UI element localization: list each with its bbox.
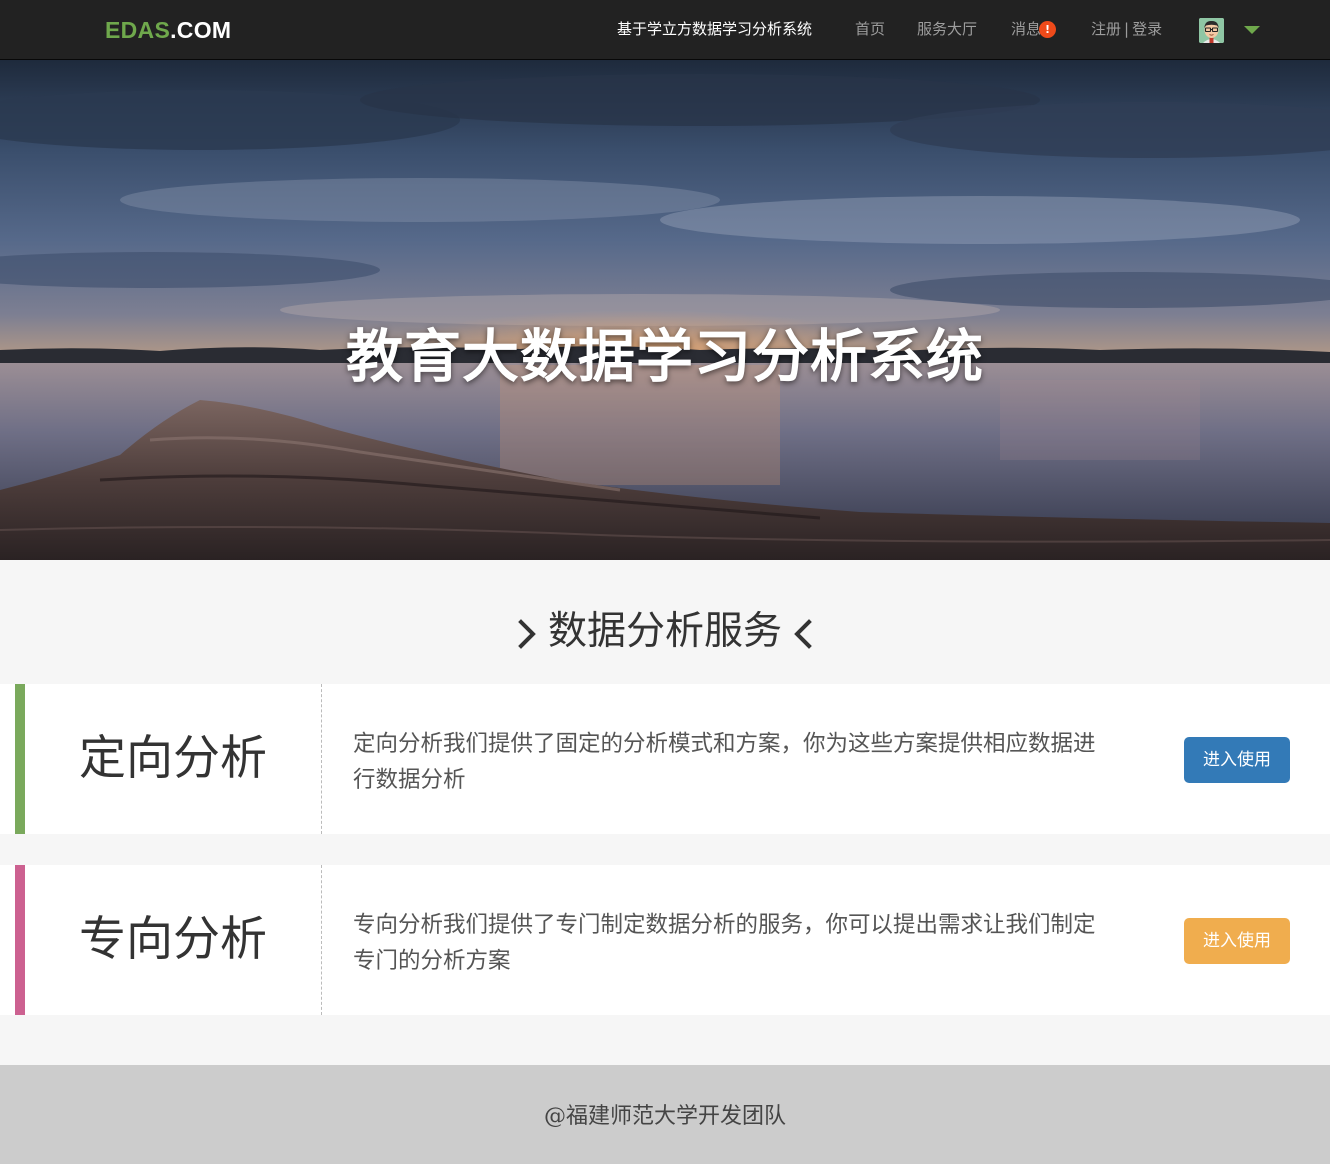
section-heading: 数据分析服务 bbox=[0, 604, 1330, 660]
card-description: 定向分析我们提供了固定的分析模式和方案，你为这些方案提供相应数据进行数据分析 bbox=[353, 731, 1096, 793]
user-avatar[interactable] bbox=[1199, 18, 1224, 43]
page-footer: @福建师范大学开发团队 bbox=[0, 1065, 1330, 1164]
footer-text: @福建师范大学开发团队 bbox=[543, 1104, 786, 1129]
service-card-directional: 定向分析 定向分析我们提供了固定的分析模式和方案，你为这些方案提供相应数据进行数… bbox=[0, 684, 1330, 834]
chevron-right-icon bbox=[518, 619, 536, 649]
avatar-face-icon bbox=[1199, 18, 1224, 43]
service-card-specialized: 专向分析 专向分析我们提供了专门制定数据分析的服务，你可以提出需求让我们制定专门… bbox=[0, 865, 1330, 1015]
card-accent-bar bbox=[15, 684, 25, 834]
register-link[interactable]: 注册 bbox=[1091, 20, 1121, 38]
chevron-left-icon bbox=[794, 619, 812, 649]
section-heading-text: 数据分析服务 bbox=[547, 609, 782, 654]
auth-separator: | bbox=[1124, 20, 1130, 38]
nav-home[interactable]: 首页 bbox=[855, 18, 885, 40]
login-link[interactable]: 登录 bbox=[1132, 20, 1162, 38]
top-navbar: EDAS.COM 基于学立方数据学习分析系统 首页 服务大厅 消息! 注册 | 登录 bbox=[0, 0, 1330, 60]
brand-part-com: .COM bbox=[170, 17, 232, 43]
hero-banner: 教育大数据学习分析系统 bbox=[0, 60, 1330, 560]
brand-logo[interactable]: EDAS.COM bbox=[105, 15, 231, 45]
hero-title: 教育大数据学习分析系统 bbox=[346, 324, 984, 390]
brand-part-edas: EDAS bbox=[105, 17, 171, 43]
nav-messages-label: 消息 bbox=[1011, 20, 1042, 38]
nav-messages[interactable]: 消息! bbox=[1011, 18, 1057, 40]
enter-directional-button[interactable]: 进入使用 bbox=[1184, 737, 1290, 783]
card-title: 定向分析 bbox=[25, 684, 322, 834]
nav-system-title[interactable]: 基于学立方数据学习分析系统 bbox=[617, 18, 812, 40]
user-menu-caret-icon[interactable] bbox=[1244, 26, 1260, 34]
hero-landscape-image bbox=[0, 60, 1330, 560]
card-title: 专向分析 bbox=[25, 865, 322, 1015]
message-badge: ! bbox=[1039, 21, 1057, 38]
nav-auth: 注册 | 登录 bbox=[1091, 18, 1162, 40]
card-description: 专向分析我们提供了专门制定数据分析的服务，你可以提出需求让我们制定专门的分析方案 bbox=[353, 912, 1096, 974]
enter-specialized-button[interactable]: 进入使用 bbox=[1184, 918, 1290, 964]
nav-service-hall[interactable]: 服务大厅 bbox=[917, 18, 977, 40]
card-accent-bar bbox=[15, 865, 25, 1015]
